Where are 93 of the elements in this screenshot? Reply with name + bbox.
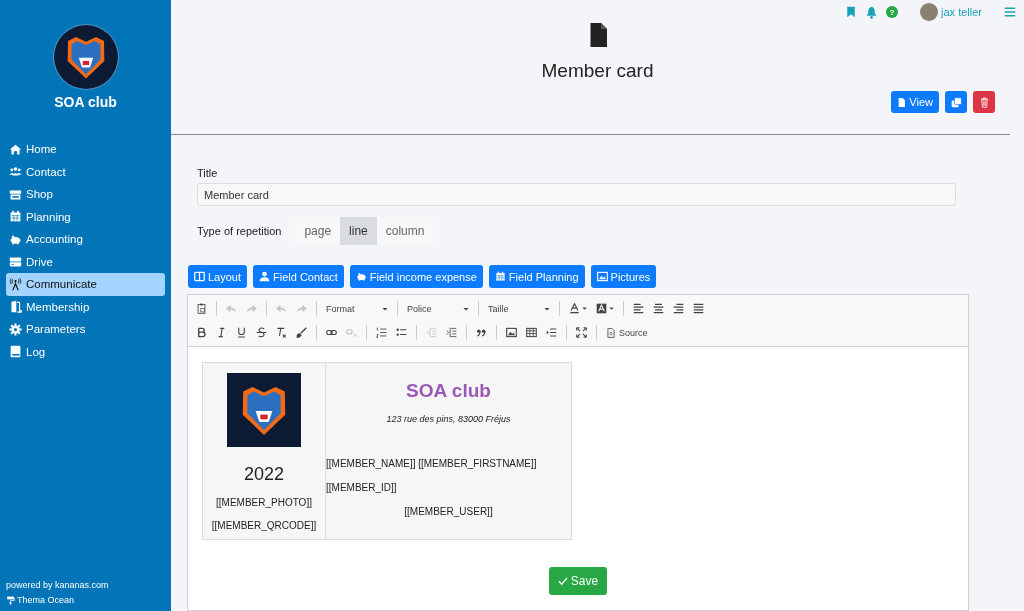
- menu-item[interactable]: Contact: [6, 160, 165, 183]
- title-label: Title: [197, 167, 219, 179]
- drive-icon: [9, 255, 22, 269]
- link-icon[interactable]: [326, 327, 337, 338]
- person-icon: [259, 271, 271, 282]
- card-club-name: SOA club: [405, 380, 492, 402]
- clear-format-icon[interactable]: [276, 327, 287, 338]
- indent-icon[interactable]: [446, 327, 457, 338]
- calendar-icon: [494, 271, 506, 282]
- text-color-icon[interactable]: [569, 303, 580, 314]
- columns-icon: [194, 271, 205, 282]
- source-button[interactable]: Source: [606, 327, 648, 338]
- book-icon: [9, 345, 22, 359]
- view-button[interactable]: View: [891, 91, 939, 113]
- editor-dropdown[interactable]: Police: [407, 303, 469, 314]
- numbered-list-icon[interactable]: [376, 327, 387, 338]
- maximize-icon[interactable]: [576, 327, 587, 338]
- address-text: 123 rue des pins, 83000 Fréjus: [385, 414, 512, 424]
- image-icon[interactable]: [506, 327, 517, 338]
- antenna-icon: [9, 277, 22, 291]
- menu-item[interactable]: Home: [6, 138, 165, 161]
- caret-icon: [382, 305, 388, 312]
- page-title: Member card: [541, 60, 654, 82]
- duplicate-button[interactable]: [945, 91, 967, 113]
- menu-icon[interactable]: [1004, 6, 1016, 18]
- editor-dropdown[interactable]: Taille: [488, 303, 550, 314]
- caret-icon: [544, 305, 550, 312]
- underline-icon[interactable]: [236, 327, 247, 338]
- trash-icon: [978, 96, 990, 108]
- copy-icon: [950, 96, 962, 108]
- menu-item[interactable]: Membership: [6, 295, 165, 318]
- door-icon: [9, 300, 22, 314]
- theme-link[interactable]: Thema Ocean: [6, 595, 165, 605]
- powered-by-text: powered by kananas.com: [6, 580, 110, 590]
- caret-icon: [463, 305, 469, 312]
- calendar-icon: [9, 210, 22, 224]
- file-icon: [897, 97, 907, 107]
- brush-icon[interactable]: [296, 327, 307, 338]
- menu-item[interactable]: Drive: [6, 250, 165, 273]
- align-center-icon[interactable]: [653, 303, 664, 314]
- bold-icon[interactable]: [196, 327, 207, 338]
- menu-item[interactable]: Shop: [6, 183, 165, 206]
- people-icon: [9, 165, 22, 179]
- title-input[interactable]: Member card: [197, 183, 956, 206]
- strikethrough-icon[interactable]: [256, 327, 267, 338]
- editor-dropdown[interactable]: Format: [326, 303, 388, 314]
- caret-icon: [582, 306, 587, 311]
- menu-item[interactable]: Log: [6, 340, 165, 363]
- menu-item[interactable]: Planning: [6, 205, 165, 228]
- home-icon: [9, 142, 22, 156]
- club-logo: [52, 24, 119, 90]
- store-icon: [9, 187, 22, 201]
- insert-button[interactable]: Field Planning: [488, 265, 585, 288]
- paint-roller-icon: [6, 595, 15, 605]
- placeholder-field: [[MEMBER_QRCODE]]: [211, 520, 317, 531]
- menu-item[interactable]: Communicate: [6, 273, 165, 296]
- settings-icon: [9, 322, 22, 336]
- menu-item[interactable]: Parameters: [6, 318, 165, 341]
- insert-button[interactable]: Pictures: [590, 265, 657, 288]
- user-menu[interactable]: jax teller: [920, 3, 982, 21]
- check-icon: [557, 576, 568, 586]
- repetition-option[interactable]: line: [340, 217, 377, 245]
- insert-button[interactable]: Layout: [188, 265, 248, 288]
- justify-icon[interactable]: [693, 303, 704, 314]
- bell-icon[interactable]: [865, 5, 879, 19]
- page-break-icon[interactable]: [546, 327, 557, 338]
- delete-button[interactable]: [973, 91, 995, 113]
- quote-icon[interactable]: [476, 327, 487, 338]
- insert-button[interactable]: Field income expense: [349, 265, 483, 288]
- align-right-icon[interactable]: [673, 303, 684, 314]
- table-icon[interactable]: [526, 327, 537, 338]
- placeholder-field: [[MEMBER_USER]]: [326, 506, 571, 517]
- caret-icon: [609, 306, 614, 311]
- insert-button[interactable]: Field Contact: [253, 265, 344, 288]
- align-left-icon[interactable]: [633, 303, 644, 314]
- repetition-label: Type of repetition: [197, 225, 282, 237]
- bullet-list-icon[interactable]: [396, 327, 407, 338]
- year-text: 2022: [243, 464, 284, 485]
- menu-item[interactable]: Accounting: [6, 228, 165, 251]
- italic-icon[interactable]: [216, 327, 227, 338]
- placeholder-field: [[MEMBER_PHOTO]]: [216, 497, 312, 508]
- club-name: SOA club: [53, 94, 118, 110]
- image-icon: [596, 271, 608, 282]
- placeholder-field: [[MEMBER_ID]]: [326, 482, 571, 493]
- save-button[interactable]: Save: [548, 567, 608, 595]
- avatar: [920, 3, 939, 21]
- source-icon: [606, 327, 616, 338]
- bookmark-icon[interactable]: [845, 6, 858, 18]
- background-color-icon[interactable]: [596, 303, 607, 314]
- paste-icon[interactable]: [196, 303, 207, 314]
- placeholder-field: [[MEMBER_NAME]] [[MEMBER_FIRSTNAME]]: [326, 458, 571, 469]
- piggy-bank-icon: [355, 271, 367, 282]
- help-button[interactable]: ?: [886, 6, 899, 18]
